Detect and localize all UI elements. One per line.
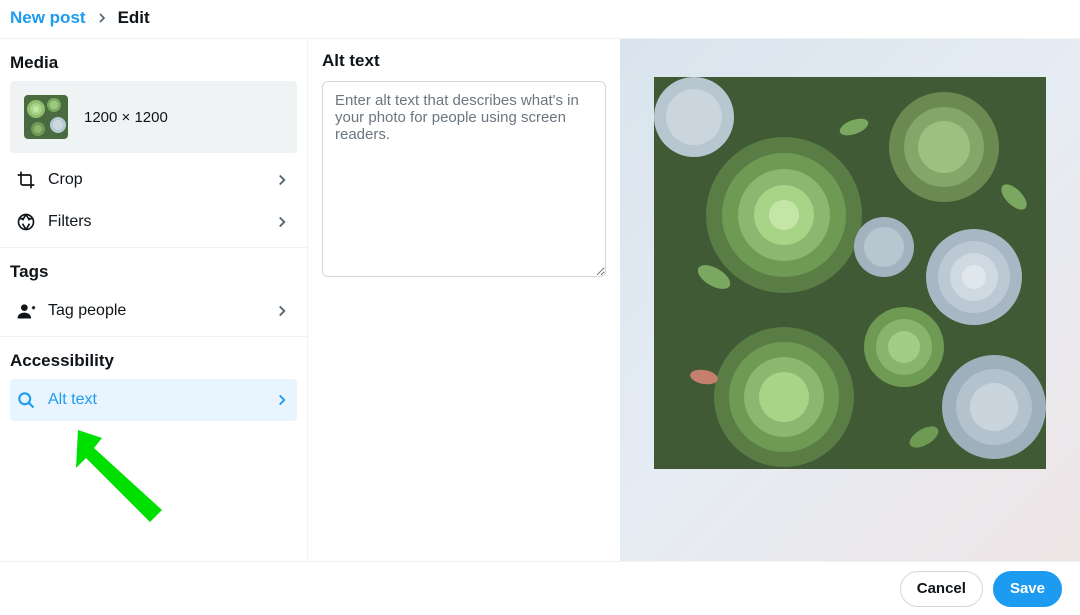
chevron-right-icon xyxy=(273,302,291,320)
sidebar-item-label: Filters xyxy=(48,213,261,231)
sidebar-item-crop[interactable]: Crop xyxy=(0,159,307,201)
breadcrumb: New post Edit xyxy=(0,0,1080,38)
chevron-right-icon xyxy=(273,391,291,409)
accessibility-section-title: Accessibility xyxy=(0,337,307,379)
sidebar-item-label: Crop xyxy=(48,171,261,189)
tags-section-title: Tags xyxy=(0,248,307,290)
media-thumbnail-row[interactable]: 1200 × 1200 xyxy=(10,81,297,153)
aperture-icon xyxy=(16,212,36,232)
preview-panel xyxy=(620,39,1080,566)
preview-image xyxy=(654,77,1046,469)
sidebar-item-label: Alt text xyxy=(48,391,261,409)
alt-text-input[interactable] xyxy=(322,81,606,277)
person-add-icon xyxy=(16,301,36,321)
sidebar-item-filters[interactable]: Filters xyxy=(0,201,307,243)
alt-text-panel: Alt text xyxy=(308,39,620,566)
panel-title: Alt text xyxy=(322,51,606,71)
chevron-right-icon xyxy=(273,171,291,189)
save-button[interactable]: Save xyxy=(993,571,1062,607)
sidebar-item-tag-people[interactable]: Tag people xyxy=(0,290,307,332)
chevron-right-icon xyxy=(94,10,110,26)
media-dimensions: 1200 × 1200 xyxy=(84,109,168,126)
crop-icon xyxy=(16,170,36,190)
breadcrumb-parent-link[interactable]: New post xyxy=(10,8,86,28)
cancel-button[interactable]: Cancel xyxy=(900,571,983,607)
sidebar: Media 1200 × 1200 xyxy=(0,39,308,566)
search-icon xyxy=(16,390,36,410)
sidebar-item-alt-text[interactable]: Alt text xyxy=(10,379,297,421)
dialog-footer: Cancel Save xyxy=(0,561,1080,615)
chevron-right-icon xyxy=(273,213,291,231)
media-thumbnail xyxy=(24,95,68,139)
breadcrumb-current: Edit xyxy=(118,8,150,28)
media-section-title: Media xyxy=(0,39,307,81)
sidebar-item-label: Tag people xyxy=(48,302,261,320)
